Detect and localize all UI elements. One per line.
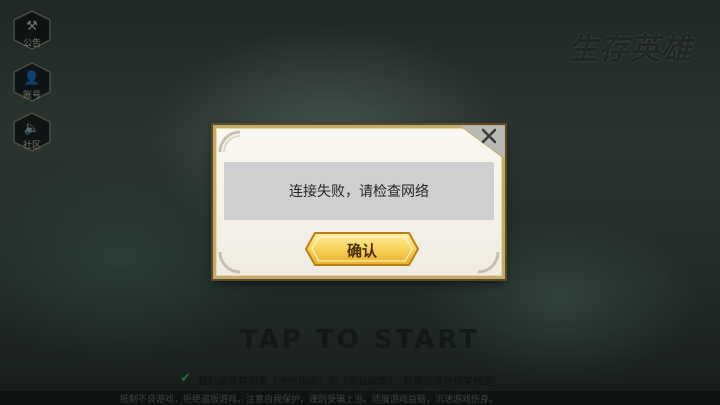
error-message: 连接失败，请检查网络 [289,184,429,200]
confirm-button[interactable]: 确认 [305,232,419,266]
corner-ornament-icon [477,251,500,274]
message-box: 连接失败，请检查网络 [224,162,494,220]
close-button[interactable] [459,125,505,159]
close-icon[interactable] [459,125,505,159]
corner-ornament-icon [218,130,241,153]
corner-ornament-icon [218,251,241,274]
confirm-label: 确认 [346,242,377,260]
network-error-dialog: 连接失败，请检查网络 确认 [211,123,507,281]
